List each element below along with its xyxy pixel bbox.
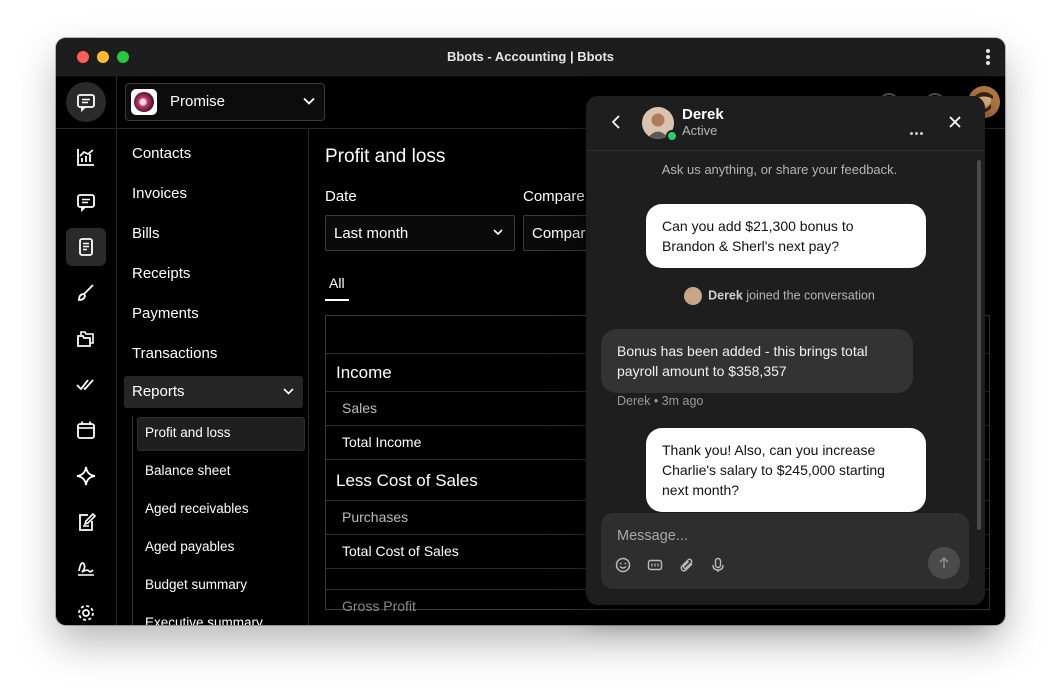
subnav-divider: [132, 416, 133, 625]
subnav-item-balance-sheet[interactable]: Balance sheet: [145, 463, 231, 478]
nav-item-invoices[interactable]: Invoices: [132, 185, 187, 202]
arrow-up-icon: [939, 556, 949, 568]
message-composer: [601, 513, 969, 589]
row-label: Sales: [342, 400, 378, 416]
chat-header: Derek Active: [586, 96, 985, 151]
title-bar: Bbots - Accounting | Bbots: [56, 38, 1005, 77]
agent-name: Derek: [682, 106, 724, 123]
microphone-icon[interactable]: [711, 557, 725, 573]
side-navigation: Contacts Invoices Bills Receipts Payment…: [116, 128, 309, 625]
agent-mini-avatar: [684, 287, 703, 305]
row-label: Purchases: [342, 509, 409, 525]
signature-icon[interactable]: [66, 548, 106, 586]
system-joined-message: Derek joined the conversation: [586, 287, 973, 305]
row-label: Gross Profit: [342, 598, 416, 614]
message-bubble-user: Can you add $21,300 bonus to Brandon & S…: [646, 204, 926, 268]
chat-panel: Derek Active Ask us anything, or share y…: [586, 96, 985, 605]
nav-item-contacts[interactable]: Contacts: [132, 145, 191, 162]
tab-all[interactable]: All: [325, 275, 349, 301]
chevron-down-icon: [303, 97, 315, 105]
subnav-item-executive-summary[interactable]: Executive summary: [145, 615, 263, 625]
chat-scrollbar[interactable]: [977, 160, 981, 530]
emoji-icon[interactable]: [615, 557, 631, 573]
subnav-item-budget-summary[interactable]: Budget summary: [145, 577, 247, 592]
organization-selector[interactable]: Promise: [125, 83, 325, 121]
edit-note-icon[interactable]: [66, 503, 106, 541]
back-icon[interactable]: [610, 114, 624, 130]
page-title: Profit and loss: [325, 146, 446, 167]
nav-item-reports[interactable]: Reports: [124, 376, 303, 408]
nav-item-transactions[interactable]: Transactions: [132, 345, 217, 362]
message-bubble-agent: Bonus has been added - this brings total…: [601, 329, 913, 393]
row-label: Less Cost of Sales: [336, 471, 478, 490]
chat-intro: Ask us anything, or share your feedback.: [661, 162, 898, 177]
chat-icon[interactable]: [66, 82, 106, 122]
online-indicator: [666, 130, 678, 142]
row-label: Total Income: [342, 434, 422, 450]
chevron-down-icon: [493, 229, 503, 236]
date-label: Date: [325, 188, 357, 205]
message-icon[interactable]: [66, 183, 106, 221]
window-title: Bbots - Accounting | Bbots: [446, 49, 615, 64]
send-button[interactable]: [928, 547, 960, 579]
nav-item-payments[interactable]: Payments: [132, 305, 199, 322]
joined-agent-name: Derek: [708, 288, 743, 303]
row-label: Income: [336, 363, 392, 382]
row-label: Total Cost of Sales: [342, 543, 459, 559]
nav-reports-label: Reports: [132, 383, 185, 400]
rail-top: [56, 76, 117, 128]
icon-rail: [56, 128, 117, 625]
chevron-down-icon: [283, 388, 294, 395]
sparkle-icon[interactable]: [66, 457, 106, 495]
paperclip-icon[interactable]: [679, 557, 695, 573]
window-menu-icon[interactable]: [985, 49, 991, 65]
calendar-icon[interactable]: [66, 411, 106, 449]
nav-item-bills[interactable]: Bills: [132, 225, 160, 242]
chart-icon[interactable]: [66, 138, 106, 176]
folders-icon[interactable]: [66, 320, 106, 358]
brush-icon[interactable]: [66, 274, 106, 312]
message-input[interactable]: [615, 525, 939, 547]
date-select[interactable]: Last month: [325, 215, 515, 251]
subnav-item-aged-receivables[interactable]: Aged receivables: [145, 501, 249, 516]
gif-icon[interactable]: [647, 557, 663, 573]
message-bubble-user: Thank you! Also, can you increase Charli…: [646, 428, 926, 512]
subnav-item-profit-and-loss[interactable]: Profit and loss: [145, 425, 231, 440]
compare-select-value: Compar: [532, 225, 586, 242]
message-meta: Derek • 3m ago: [617, 394, 704, 408]
document-icon[interactable]: [66, 228, 106, 266]
org-name: Promise: [170, 93, 226, 110]
close-icon[interactable]: [948, 115, 962, 129]
check-double-icon[interactable]: [66, 365, 106, 403]
org-logo: [131, 89, 157, 115]
compare-label: Compare: [523, 188, 585, 205]
agent-status: Active: [682, 123, 718, 138]
joined-text: joined the conversation: [746, 288, 875, 303]
more-options-icon[interactable]: [910, 122, 925, 140]
date-select-value: Last month: [334, 225, 409, 242]
nav-item-receipts[interactable]: Receipts: [132, 265, 190, 282]
subnav-item-aged-payables[interactable]: Aged payables: [145, 539, 234, 554]
gear-icon[interactable]: [66, 594, 106, 625]
